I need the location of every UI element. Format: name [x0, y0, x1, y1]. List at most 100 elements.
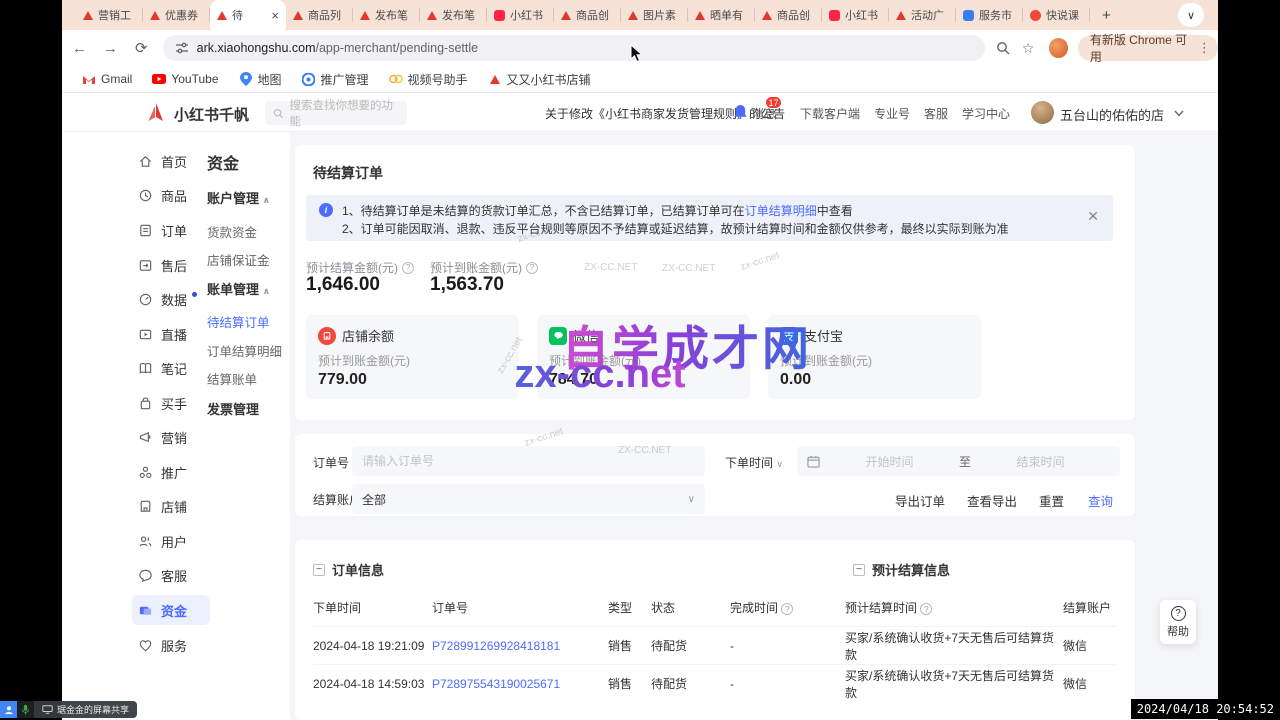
order-number-link[interactable]: P728975543190025671 — [432, 677, 560, 691]
person-icon — [0, 701, 17, 718]
store-name[interactable]: 五台山的佑佑的店 — [1060, 105, 1164, 124]
settle-detail-link[interactable]: 订单结算明细 — [745, 204, 817, 218]
submenu-item-deposit[interactable]: 店铺保证金 — [207, 250, 270, 269]
bookmark-youtube[interactable]: YouTube — [144, 69, 226, 89]
browser-tab[interactable]: 商品创 — [554, 0, 621, 30]
chevron-down-icon[interactable] — [1174, 110, 1184, 117]
browser-tab[interactable]: 商品创 — [755, 0, 822, 30]
search-icon[interactable] — [991, 35, 1016, 61]
qianfan-icon — [217, 11, 227, 20]
nav-download-client[interactable]: 下载客户端 — [800, 105, 860, 122]
tab-search-chevron[interactable]: ∨ — [1178, 3, 1204, 27]
help-tooltip-icon[interactable]: ? — [781, 603, 793, 615]
browser-tab-active[interactable]: 待× — [210, 0, 286, 30]
browser-tab[interactable]: 小红书 — [822, 0, 889, 30]
wechat-icon — [549, 327, 567, 345]
new-tab-button[interactable]: + — [1090, 0, 1123, 30]
bookmark-star-icon[interactable]: ☆ — [1016, 35, 1041, 61]
app-logo-title[interactable]: 小红书千帆 — [174, 104, 249, 125]
settle-account-select[interactable]: 全部∨ — [352, 484, 705, 514]
bell-icon[interactable] — [733, 104, 748, 120]
sidebar-item-home[interactable]: 首页 — [132, 146, 210, 176]
sidebar-item-buyer[interactable]: 买手 — [132, 388, 210, 418]
store-avatar[interactable] — [1031, 101, 1054, 124]
help-tooltip-icon[interactable]: ? — [526, 262, 538, 274]
export-orders-button[interactable]: 导出订单 — [895, 491, 945, 510]
sidebar-item-data[interactable]: 数据 — [132, 284, 210, 314]
sidebar-item-marketing[interactable]: 营销 — [132, 422, 210, 452]
browser-tab[interactable]: 商品列 — [286, 0, 353, 30]
browser-tab[interactable]: 快说课 — [1023, 0, 1090, 30]
submenu-item-settle-bill[interactable]: 结算账单 — [207, 369, 257, 388]
browser-tab[interactable]: 图片素 — [621, 0, 688, 30]
sidebar-item-funds[interactable]: 资金 — [132, 595, 210, 625]
browser-tab[interactable]: 活动广 — [889, 0, 956, 30]
collapse-icon[interactable]: − — [853, 564, 865, 576]
order-no-input[interactable] — [352, 446, 705, 476]
bookmark-maps[interactable]: 地图 — [231, 68, 290, 91]
start-time-placeholder[interactable]: 开始时间 — [820, 453, 959, 470]
query-button[interactable]: 查询 — [1088, 491, 1113, 510]
sidebar-item-notes[interactable]: 笔记 — [132, 353, 210, 383]
view-exports-button[interactable]: 查看导出 — [967, 491, 1017, 510]
submenu-group-bills[interactable]: 账单管理 ∧ — [207, 279, 270, 298]
app-search-input[interactable]: 搜索查找你想要的功能 — [265, 101, 407, 125]
chrome-profile-avatar[interactable] — [1049, 38, 1068, 58]
sidebar-item-service[interactable]: 客服 — [132, 560, 210, 590]
close-icon[interactable]: × — [271, 9, 279, 22]
forward-button[interactable]: → — [97, 34, 124, 62]
address-bar[interactable]: ark.xiaohongshu.com/app-merchant/pending… — [163, 35, 985, 61]
chrome-menu-icon[interactable]: ⋮ — [1195, 40, 1214, 56]
announcement-link[interactable]: 关于修改《小红书商家发货管理规则》的公告 — [545, 105, 785, 122]
browser-tab[interactable]: 优惠券 — [143, 0, 210, 30]
note-icon — [138, 361, 153, 376]
order-number-link[interactable]: P728991269928418181 — [432, 639, 560, 653]
share-pill[interactable]: 琚金金的屏幕共享 — [34, 701, 137, 718]
nav-learning[interactable]: 学习中心 — [962, 105, 1010, 122]
close-icon[interactable]: ✕ — [1087, 209, 1099, 223]
reset-button[interactable]: 重置 — [1039, 491, 1064, 510]
help-float-button[interactable]: ? 帮助 — [1160, 600, 1196, 644]
tab-label: 小红书 — [845, 7, 882, 23]
end-time-placeholder[interactable]: 结束时间 — [971, 453, 1110, 470]
browser-tab[interactable]: 晒单有 — [688, 0, 755, 30]
help-tooltip-icon[interactable]: ? — [920, 603, 932, 615]
bookmark-gmail[interactable]: Gmail — [74, 69, 140, 89]
submenu-item-goods-funds[interactable]: 货款资金 — [207, 222, 257, 241]
sidebar-item-users[interactable]: 用户 — [132, 526, 210, 556]
nav-support[interactable]: 客服 — [924, 105, 948, 122]
cell-status: 待配货 — [651, 675, 730, 692]
browser-tab[interactable]: 营销工 — [76, 0, 143, 30]
submenu-item-settle-detail[interactable]: 订单结算明细 — [207, 341, 282, 360]
submenu-item-pending-settle[interactable]: 待结算订单 — [207, 312, 270, 331]
sidebar-item-orders[interactable]: 订单 — [132, 215, 210, 245]
date-range-input[interactable]: 开始时间 至 结束时间 — [797, 446, 1120, 476]
bookmark-promo[interactable]: 推广管理 — [294, 68, 377, 91]
help-tooltip-icon[interactable]: ? — [402, 262, 414, 274]
submenu-group-invoice[interactable]: 发票管理 — [207, 399, 259, 418]
channels-icon — [389, 72, 403, 86]
account-name: 支付宝 — [804, 326, 843, 345]
cell-type: 销售 — [608, 637, 651, 654]
browser-tab[interactable]: 发布笔 — [353, 0, 420, 30]
screen-share-indicator[interactable]: 琚金金的屏幕共享 — [0, 701, 137, 718]
sidebar-item-live[interactable]: 直播 — [132, 319, 210, 349]
collapse-icon[interactable]: − — [313, 564, 325, 576]
nav-professional[interactable]: 专业号 — [874, 105, 910, 122]
submenu-group-account[interactable]: 账户管理 ∧ — [207, 188, 270, 207]
back-button[interactable]: ← — [66, 34, 93, 62]
search-placeholder: 搜索查找你想要的功能 — [289, 97, 399, 129]
time-type-select[interactable]: 下单时间 ∨ — [725, 454, 783, 471]
sidebar-item-serve[interactable]: 服务 — [132, 630, 210, 660]
sidebar-item-aftersale[interactable]: 售后 — [132, 250, 210, 280]
reload-button[interactable]: ⟳ — [128, 34, 155, 62]
bookmark-channels[interactable]: 视频号助手 — [381, 68, 476, 91]
browser-tab[interactable]: 服务市 — [956, 0, 1023, 30]
chrome-update-pill[interactable]: 有新版 Chrome 可用 ⋮ — [1078, 35, 1218, 61]
sidebar-item-promotion[interactable]: 推广 — [132, 457, 210, 487]
browser-tab[interactable]: 小红书 — [487, 0, 554, 30]
browser-tab[interactable]: 发布笔 — [420, 0, 487, 30]
bookmark-qianfan-shop[interactable]: 又又小红书店铺 — [480, 68, 599, 91]
sidebar-item-shop[interactable]: 店铺 — [132, 491, 210, 521]
sidebar-item-products[interactable]: 商品 — [132, 180, 210, 210]
